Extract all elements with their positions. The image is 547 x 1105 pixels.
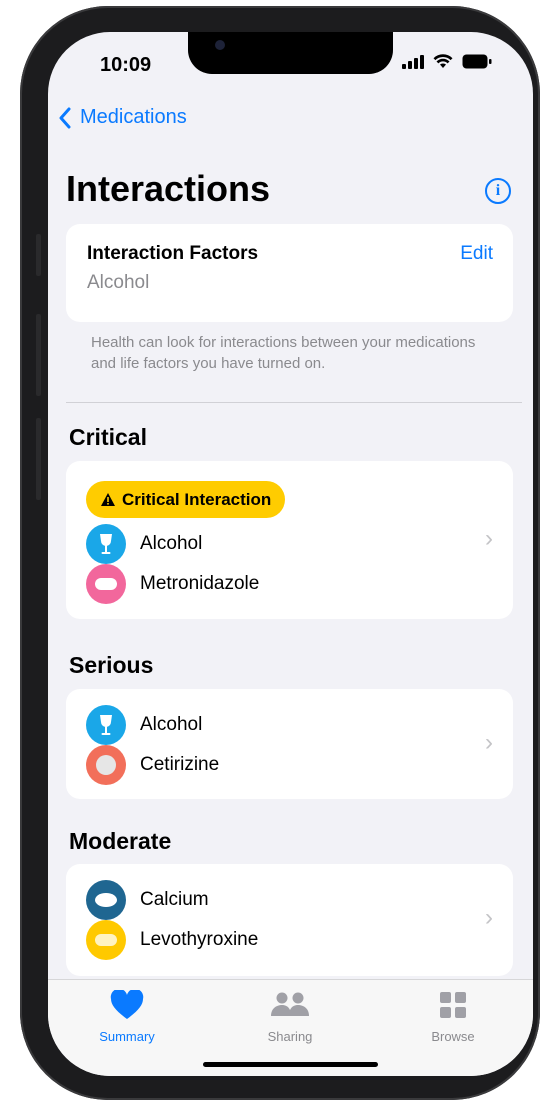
interaction-factors-card: Interaction Factors Alcohol Edit [66, 224, 513, 322]
medication-name: Alcohol [140, 533, 203, 554]
factors-footnote: Health can look for interactions between… [91, 334, 476, 372]
medication-name: Calcium [140, 889, 209, 910]
status-time: 10:09 [100, 54, 152, 76]
medication-name: Levothyroxine [140, 929, 259, 950]
critical-badge-label: Critical Interaction [122, 489, 272, 509]
medication-name: Alcohol [140, 714, 203, 735]
factors-value: Alcohol [87, 272, 150, 293]
warning-icon [101, 493, 115, 506]
capsule-icon [86, 564, 126, 604]
wifi-icon [433, 54, 453, 68]
list-item: Alcohol [86, 524, 202, 564]
section-heading-moderate: Moderate [69, 828, 172, 854]
medication-name: Metronidazole [140, 573, 260, 594]
factors-title: Interaction Factors [87, 243, 259, 264]
list-item: Levothyroxine [86, 920, 258, 960]
list-item: Cetirizine [86, 745, 219, 785]
oval-pill-icon [86, 880, 126, 920]
back-button[interactable]: Medications [58, 106, 187, 129]
back-label: Medications [80, 106, 187, 128]
wine-glass-icon [86, 705, 126, 745]
critical-interaction-card[interactable]: Critical Interaction Alcohol Metronidazo… [66, 461, 513, 619]
section-heading-critical: Critical [69, 424, 147, 450]
screen: 10:09 Medications Interactions i Interac… [48, 32, 533, 1076]
tab-summary[interactable]: Summary [67, 988, 187, 1044]
tab-browse[interactable]: Browse [393, 990, 513, 1044]
tab-label: Sharing [267, 1029, 313, 1044]
wine-glass-icon [86, 524, 126, 564]
capsule-icon [86, 920, 126, 960]
chevron-right-icon: › [485, 729, 493, 756]
chevron-right-icon: › [485, 904, 493, 931]
notch [188, 32, 393, 74]
info-icon[interactable]: i [485, 178, 511, 204]
signal-icon [402, 54, 424, 69]
divider [66, 402, 522, 403]
volume-down-button [36, 418, 41, 500]
list-item: Alcohol [86, 705, 202, 745]
chevron-left-icon [59, 107, 71, 128]
home-indicator[interactable] [203, 1062, 378, 1067]
medication-name: Cetirizine [140, 754, 220, 775]
people-icon [271, 992, 309, 1016]
list-item: Calcium [86, 880, 209, 920]
volume-up-button [36, 314, 41, 396]
status-icons [402, 54, 492, 69]
mute-switch [36, 234, 41, 276]
tab-sharing[interactable]: Sharing [230, 990, 350, 1044]
edit-button[interactable]: Edit [460, 243, 493, 265]
tab-label: Browse [431, 1029, 475, 1044]
tab-label: Summary [99, 1029, 155, 1044]
page-title: Interactions [66, 168, 271, 209]
list-item: Metronidazole [86, 564, 259, 604]
critical-badge: Critical Interaction [86, 481, 286, 518]
camera [215, 40, 225, 50]
moderate-interaction-card[interactable]: Calcium Levothyroxine › [66, 864, 513, 976]
section-heading-serious: Serious [69, 652, 154, 678]
serious-interaction-card[interactable]: Alcohol Cetirizine › [66, 689, 513, 799]
heart-icon [110, 988, 144, 1019]
chevron-right-icon: › [485, 525, 493, 552]
round-pill-icon [86, 745, 126, 785]
grid-icon [440, 992, 466, 1018]
battery-icon [462, 54, 492, 69]
